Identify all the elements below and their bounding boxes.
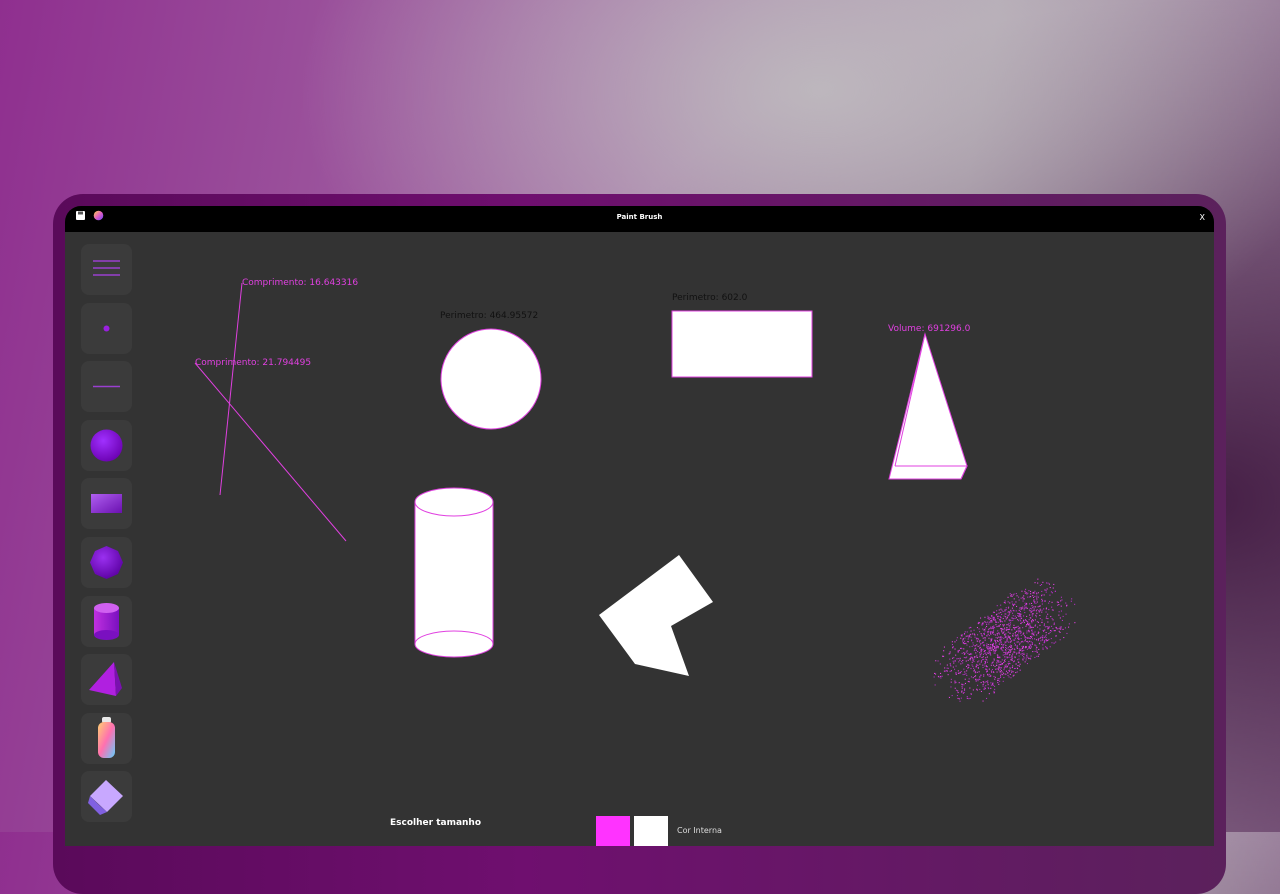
rect-perimeter-label: Perimetro: 602.0 <box>672 293 748 303</box>
paint-window: Paint Brush X Comprimento: 16.643316 Com… <box>65 206 1214 846</box>
cylinder-shape <box>414 487 494 658</box>
drawing-canvas[interactable]: Comprimento: 16.643316 Comprimento: 21.7… <box>65 232 1214 846</box>
line-shape-2 <box>194 362 347 542</box>
spray-shape <box>933 578 1076 702</box>
window-title: Paint Brush <box>616 213 663 221</box>
polygon-shape <box>599 555 713 676</box>
circle-shape <box>440 328 542 430</box>
stroke-color-swatch[interactable] <box>596 816 630 846</box>
fill-color-swatch[interactable] <box>634 816 668 846</box>
rectangle-shape <box>671 310 813 378</box>
circle-perimeter-label: Perimetro: 464.95572 <box>440 311 539 321</box>
close-button[interactable]: X <box>1200 213 1205 222</box>
size-chooser-label[interactable]: Escolher tamanho <box>390 818 481 828</box>
pyramid-volume-label: Volume: 691296.0 <box>888 324 971 334</box>
titlebar: Paint Brush X <box>65 206 1214 232</box>
canvas-shapes <box>194 282 1076 702</box>
line2-length-label: Comprimento: 21.794495 <box>195 358 312 368</box>
line-shape-1 <box>219 282 243 496</box>
pyramid-shape <box>888 332 968 480</box>
line1-length-label: Comprimento: 16.643316 <box>242 278 359 288</box>
fill-color-label: Cor Interna <box>677 826 722 835</box>
